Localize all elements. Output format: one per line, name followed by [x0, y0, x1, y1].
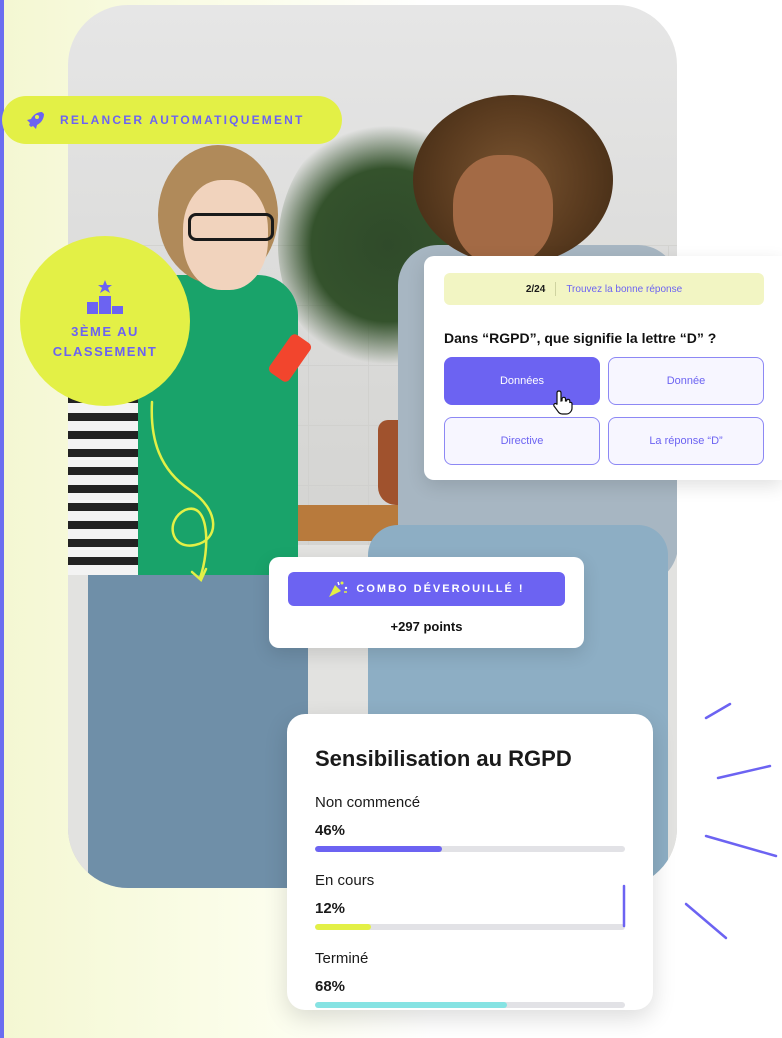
- stat-label-in-progress: En cours: [315, 872, 375, 889]
- decorative-dashes: [622, 702, 778, 940]
- stat-label-completed: Terminé: [315, 950, 369, 967]
- stat-percent-not-started: 46%: [315, 822, 346, 839]
- progress-track-in-progress: [315, 924, 625, 930]
- answer-option-4[interactable]: La réponse “D”: [608, 417, 764, 465]
- combo-card: COMBO DÉVEROUILLÉ ! +297 points: [269, 557, 584, 648]
- progress-track-completed: [315, 1002, 625, 1008]
- progress-track-not-started: [315, 846, 625, 852]
- combo-badge: COMBO DÉVEROUILLÉ !: [288, 572, 565, 606]
- quiz-instruction: Trouvez la bonne réponse: [566, 283, 683, 295]
- person-right-face: [453, 155, 553, 265]
- podium-icon: [87, 280, 123, 314]
- divider: [555, 282, 557, 296]
- relaunch-label: RELANCER AUTOMATIQUEMENT: [60, 113, 305, 127]
- glasses: [188, 213, 274, 241]
- quiz-header: 2/24 Trouvez la bonne réponse: [444, 273, 764, 305]
- left-edge-strip: [0, 0, 4, 1038]
- quiz-question: Dans “RGPD”, que signifie la lettre “D” …: [444, 330, 717, 346]
- quiz-card: 2/24 Trouvez la bonne réponse Dans “RGPD…: [424, 256, 782, 480]
- ranking-badge: 3ÈME AU CLASSEMENT: [20, 236, 190, 406]
- relaunch-badge: RELANCER AUTOMATIQUEMENT: [2, 96, 342, 144]
- combo-points: +297 points: [390, 619, 463, 634]
- ranking-line-1: 3ÈME AU: [71, 324, 139, 339]
- question-counter: 2/24: [525, 283, 546, 295]
- stat-percent-in-progress: 12%: [315, 900, 346, 917]
- hand-cursor-icon: [553, 390, 573, 415]
- answer-option-3[interactable]: Directive: [444, 417, 600, 465]
- progress-fill-not-started: [315, 846, 443, 852]
- rocket-icon: [14, 100, 54, 140]
- stat-percent-completed: 68%: [315, 978, 346, 995]
- ranking-text: 3ÈME AU CLASSEMENT: [53, 322, 158, 362]
- stats-title: Sensibilisation au RGPD: [315, 746, 572, 771]
- stats-card: Sensibilisation au RGPD Non commencé 46%…: [287, 714, 653, 1010]
- progress-fill-completed: [315, 1002, 508, 1008]
- loop-arrow: [150, 400, 215, 583]
- progress-fill-in-progress: [315, 924, 371, 930]
- answer-option-2[interactable]: Donnée: [608, 357, 764, 405]
- answer-option-1[interactable]: Données: [444, 357, 600, 405]
- stat-label-not-started: Non commencé: [315, 794, 421, 811]
- combo-label: COMBO DÉVEROUILLÉ !: [356, 583, 525, 595]
- party-popper-icon: [329, 581, 348, 597]
- ranking-line-2: CLASSEMENT: [52, 344, 158, 359]
